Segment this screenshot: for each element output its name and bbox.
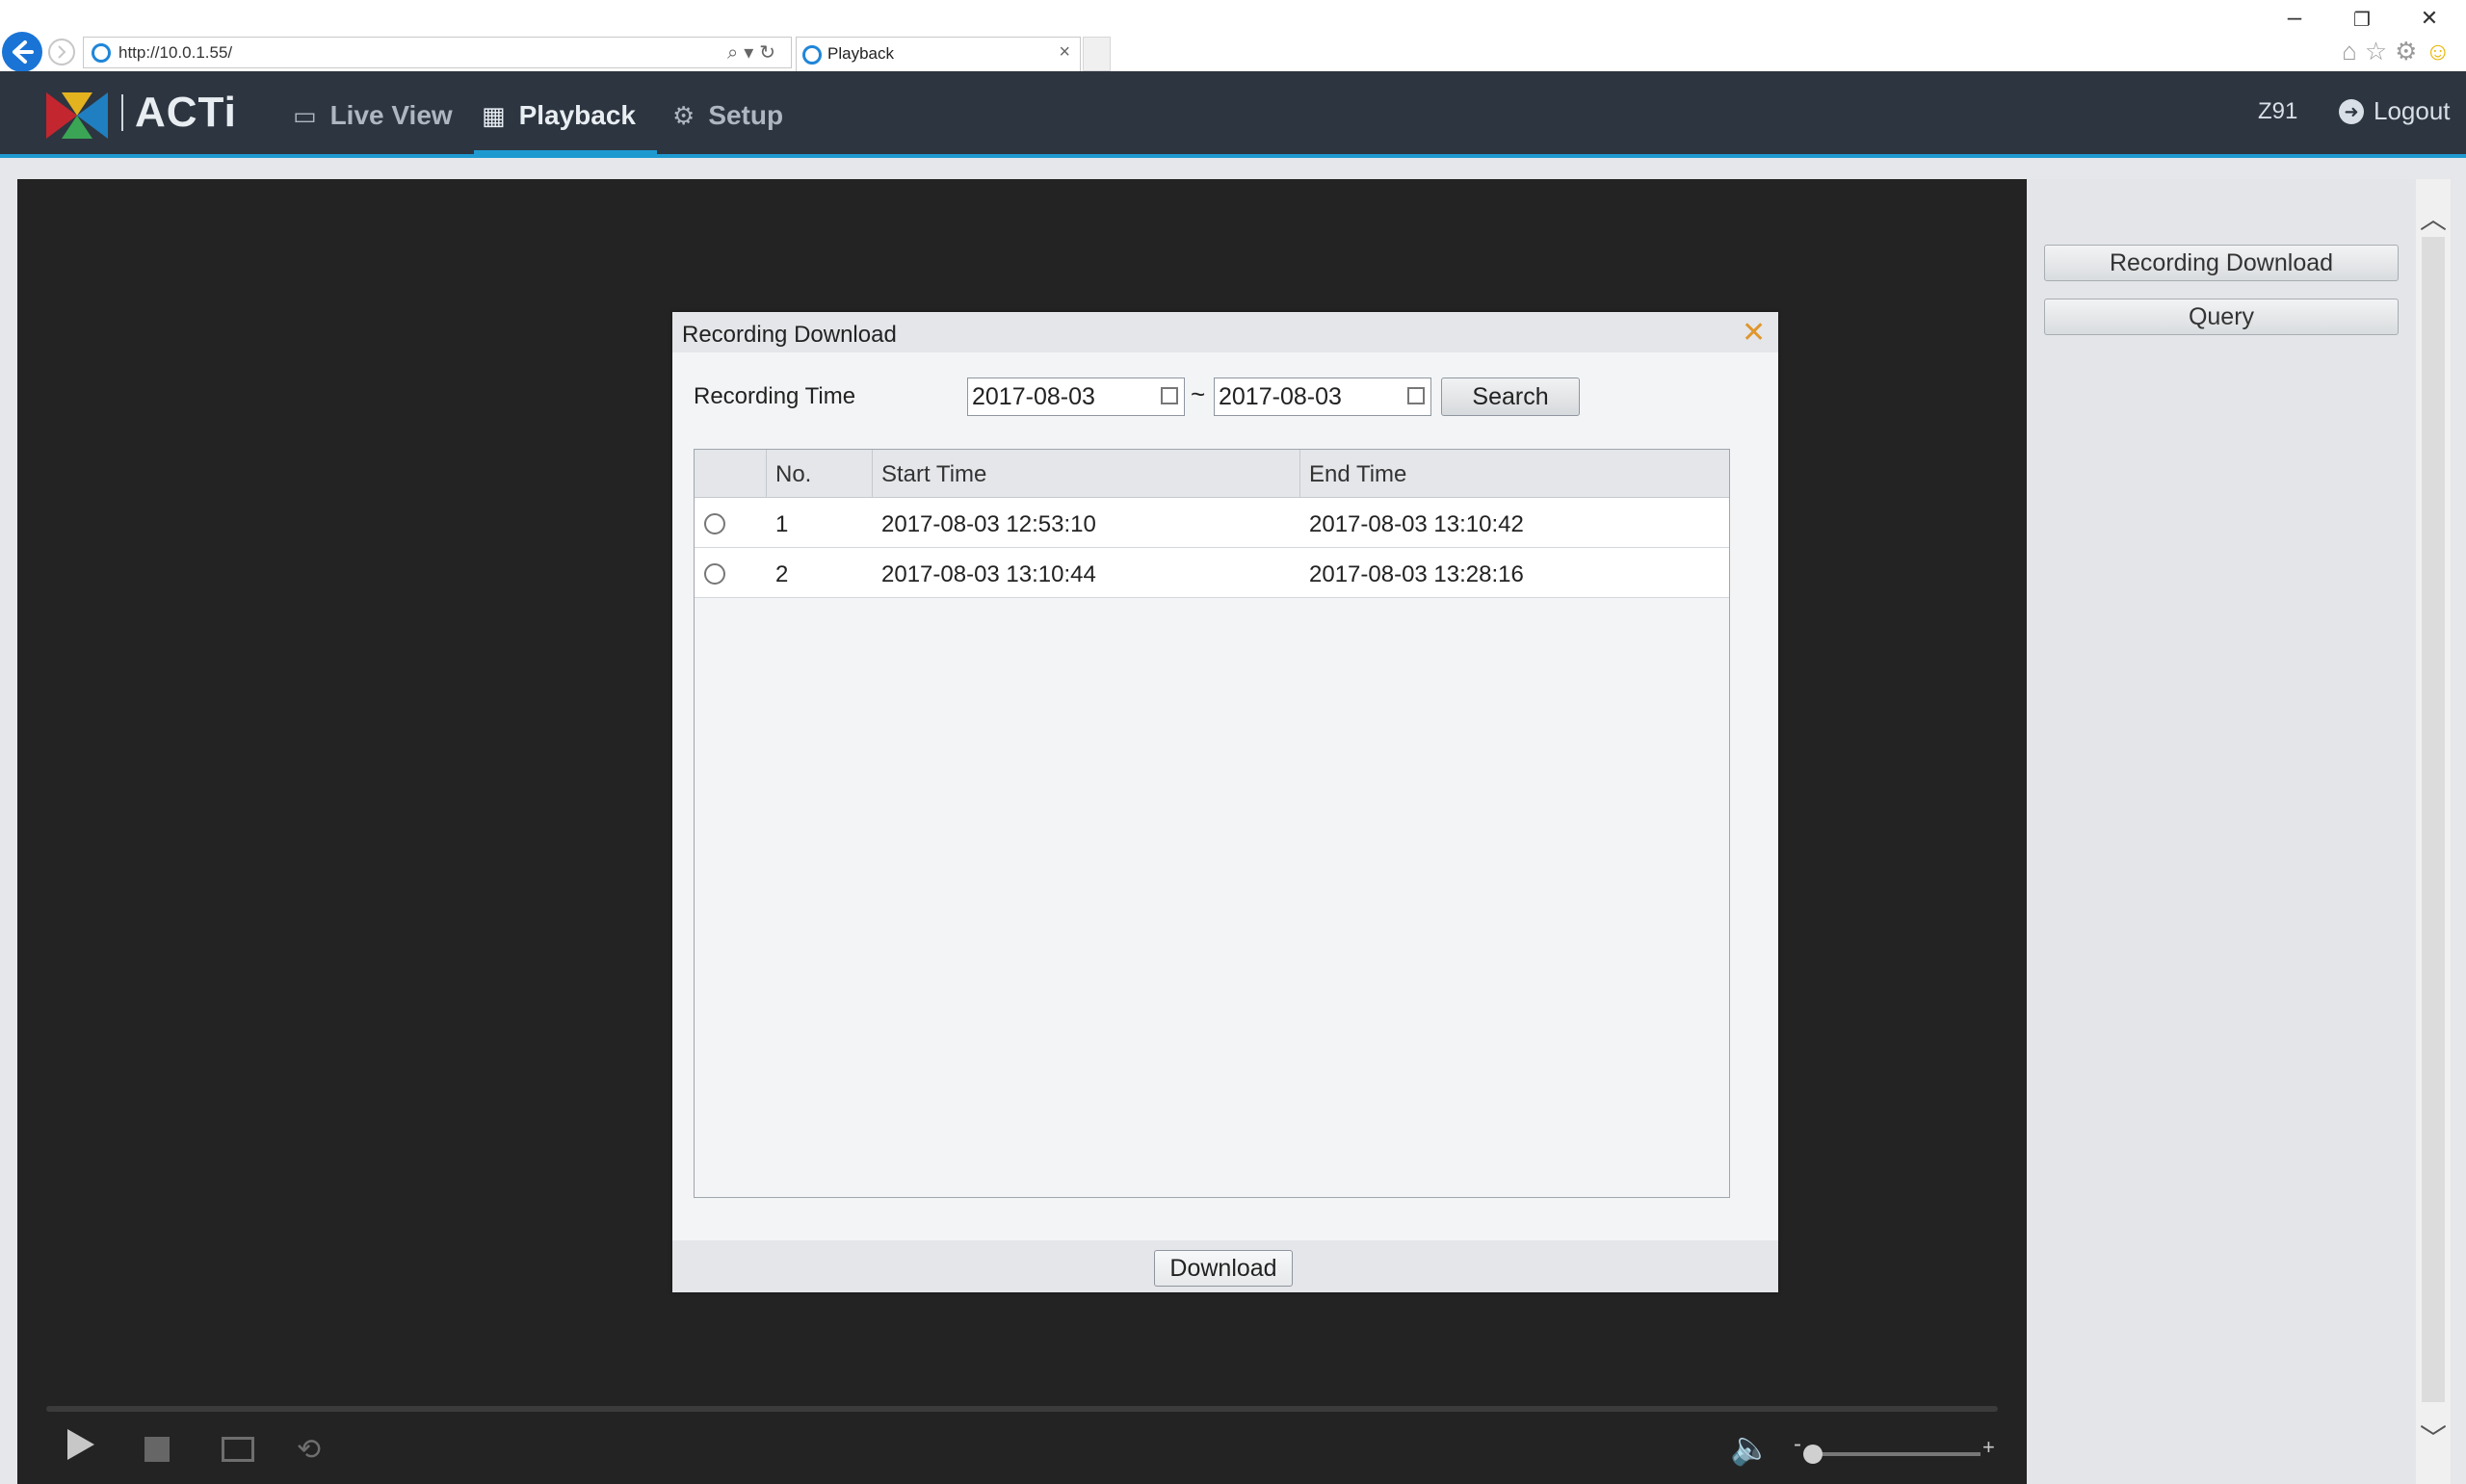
calendar-icon[interactable]: [1407, 387, 1425, 404]
close-window-button[interactable]: ✕: [2408, 6, 2451, 31]
logout-arrow-icon: ➜: [2339, 98, 2364, 124]
tab-title[interactable]: Playback: [827, 44, 894, 64]
play-icon[interactable]: [67, 1429, 94, 1460]
logout-button[interactable]: ➜ Logout: [2339, 96, 2451, 126]
end-date-field[interactable]: 2017-08-03: [1214, 378, 1431, 416]
arrow-left-icon: [13, 40, 34, 64]
scrollbar-thumb[interactable]: [2422, 237, 2445, 1402]
brand-name: ACTi: [135, 89, 237, 136]
minimize-button[interactable]: –: [2273, 2, 2316, 32]
table-row[interactable]: 1 2017-08-03 12:53:10 2017-08-03 13:10:4…: [695, 498, 1729, 548]
side-panel: Recording Download Query: [2027, 179, 2416, 1484]
tab-ie-icon: [802, 45, 822, 65]
back-button[interactable]: [2, 32, 42, 72]
refresh-icon[interactable]: ↻: [759, 42, 781, 64]
tab-close-icon[interactable]: ×: [1059, 41, 1070, 64]
recording-time-label: Recording Time: [694, 383, 856, 409]
column-header-start-time: Start Time: [881, 461, 987, 487]
address-text[interactable]: http://10.0.1.55/: [118, 43, 232, 63]
monitor-icon: ▭: [293, 100, 317, 130]
nav-live-view-label[interactable]: Live View: [330, 100, 453, 131]
nav-playback-label[interactable]: Playback: [519, 100, 636, 131]
nav-setup[interactable]: ⚙ Setup: [672, 100, 783, 131]
recording-download-button[interactable]: Recording Download: [2044, 245, 2399, 281]
settings-gear-icon[interactable]: ⚙: [2395, 37, 2425, 65]
app-navbar: ACTi ▭ Live View ▦ Playback ⚙ Setup Z91 …: [0, 71, 2466, 158]
user-name: Z91: [2258, 98, 2298, 124]
gear-icon: ⚙: [672, 100, 695, 130]
recordings-table: No. Start Time End Time 1 2017-08-03 12:…: [694, 449, 1730, 1198]
home-icon[interactable]: ⌂: [2342, 37, 2365, 65]
column-divider: [766, 450, 767, 498]
date-range-separator: ~: [1191, 379, 1206, 408]
ie-icon: [92, 43, 111, 63]
row-start-time: 2017-08-03 12:53:10: [881, 511, 1096, 537]
logout-label[interactable]: Logout: [2374, 96, 2451, 126]
nav-playback[interactable]: ▦ Playback: [482, 100, 636, 131]
browser-tab[interactable]: Playback ×: [796, 37, 1081, 71]
acti-logo-icon: [46, 92, 108, 139]
chevron-down-icon[interactable]: ﹀: [2420, 1418, 2447, 1456]
volume-icon[interactable]: 🔈: [1730, 1429, 1771, 1468]
search-icon[interactable]: ⌕: [727, 42, 744, 64]
row-start-time: 2017-08-03 13:10:44: [881, 561, 1096, 587]
snapshot-icon[interactable]: [222, 1437, 254, 1462]
volume-plus: +: [1982, 1435, 1995, 1459]
address-tools[interactable]: ⌕▾↻: [727, 40, 781, 65]
dialog-footer: Download: [672, 1240, 1778, 1292]
dropdown-icon[interactable]: ▾: [744, 42, 759, 64]
volume-slider-track[interactable]: [1807, 1452, 1981, 1456]
stop-icon[interactable]: [144, 1437, 170, 1462]
table-row[interactable]: 2 2017-08-03 13:10:44 2017-08-03 13:28:1…: [695, 548, 1729, 598]
film-icon: ▦: [482, 100, 506, 130]
row-end-time: 2017-08-03 13:28:16: [1309, 561, 1524, 587]
search-button[interactable]: Search: [1441, 378, 1580, 416]
nav-live-view[interactable]: ▭ Live View: [293, 100, 453, 131]
dialog-header: Recording Download ✕: [672, 312, 1778, 352]
dialog-title: Recording Download: [682, 322, 897, 348]
nav-setup-label[interactable]: Setup: [708, 100, 783, 131]
active-tab-indicator: [474, 150, 657, 154]
end-date-value[interactable]: 2017-08-03: [1219, 383, 1342, 410]
arrow-right-icon: [58, 45, 66, 59]
column-divider: [1299, 450, 1300, 498]
row-no: 2: [775, 561, 789, 587]
volume-minus: -: [1794, 1431, 1801, 1457]
start-date-field[interactable]: 2017-08-03: [967, 378, 1185, 416]
digital-zoom-icon[interactable]: ⟲: [297, 1433, 321, 1467]
column-header-end-time: End Time: [1309, 461, 1407, 487]
chevron-up-icon[interactable]: ︿: [2420, 198, 2447, 237]
logo-divider: [121, 94, 123, 131]
restore-button[interactable]: ❐: [2341, 8, 2383, 32]
favorites-star-icon[interactable]: ☆: [2365, 37, 2395, 65]
volume-slider-knob[interactable]: [1803, 1445, 1823, 1464]
download-button[interactable]: Download: [1154, 1250, 1293, 1287]
table-header: No. Start Time End Time: [695, 450, 1729, 498]
row-radio-button[interactable]: [704, 563, 725, 585]
column-divider: [872, 450, 873, 498]
feedback-smiley-icon[interactable]: ☺: [2425, 37, 2458, 65]
row-radio-button[interactable]: [704, 513, 725, 534]
browser-chrome: http://10.0.1.55/ ⌕▾↻ Playback × – ❐ ✕ ⌂…: [0, 0, 2466, 72]
recording-download-dialog: Recording Download ✕ Recording Time 2017…: [672, 312, 1778, 1292]
playback-timeline[interactable]: [46, 1406, 1998, 1412]
calendar-icon[interactable]: [1161, 387, 1178, 404]
close-icon[interactable]: ✕: [1742, 316, 1766, 350]
start-date-value[interactable]: 2017-08-03: [972, 383, 1095, 410]
address-bar[interactable]: http://10.0.1.55/ ⌕▾↻: [83, 37, 792, 68]
forward-button[interactable]: [48, 39, 75, 65]
new-tab-button[interactable]: [1083, 37, 1111, 71]
query-button[interactable]: Query: [2044, 299, 2399, 335]
browser-toolbar-icons[interactable]: ⌂☆⚙☺: [2342, 37, 2458, 66]
column-header-no: No.: [775, 461, 812, 487]
row-no: 1: [775, 511, 789, 537]
row-end-time: 2017-08-03 13:10:42: [1309, 511, 1524, 537]
